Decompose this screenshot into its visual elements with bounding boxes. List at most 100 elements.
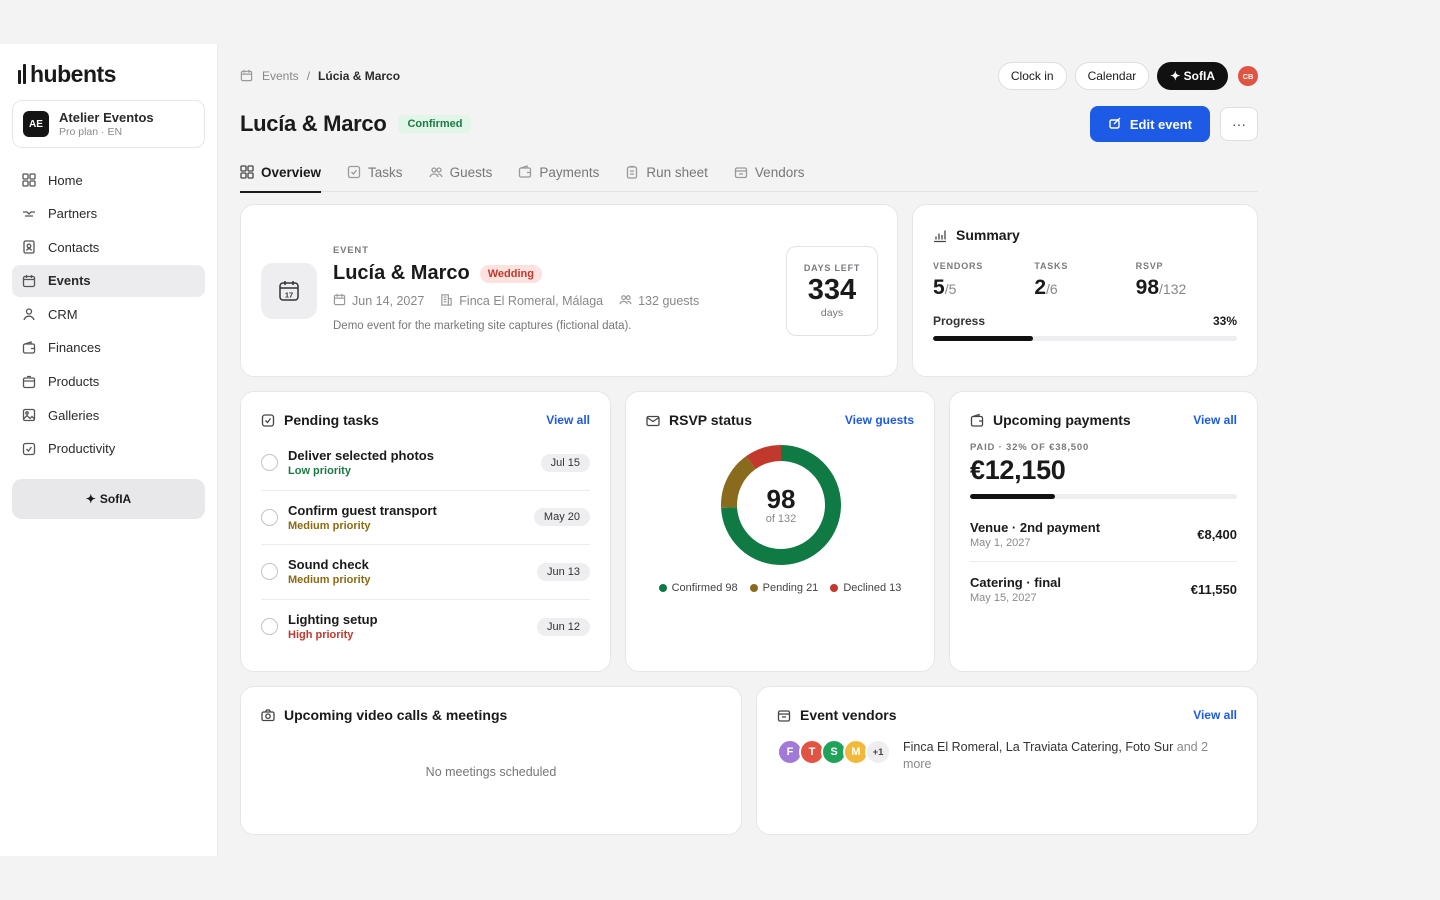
wallet-icon	[970, 413, 984, 427]
payments-view-all-link[interactable]: View all	[1193, 413, 1237, 427]
vendor-more-badge[interactable]: +1	[865, 739, 891, 765]
payment-row[interactable]: Catering · final May 15, 2027 €11,550	[970, 562, 1237, 616]
paid-amount: €12,150	[970, 455, 1066, 485]
sidebar-item-partners[interactable]: Partners	[12, 198, 205, 230]
logo-text: hubents	[30, 60, 116, 87]
tab-bar: Overview Tasks Guests Payments Run sheet…	[240, 152, 1258, 193]
task-row[interactable]: Deliver selected photos Low priority Jul …	[261, 436, 590, 491]
tab-tasks[interactable]: Tasks	[347, 152, 403, 192]
calendar-icon: 17	[279, 281, 299, 301]
legend-dot	[658, 584, 667, 592]
grid-icon	[240, 165, 254, 179]
stat-value: 98	[1135, 276, 1160, 299]
progress-bar	[933, 336, 1237, 341]
sidebar-item-galleries[interactable]: Galleries	[12, 399, 205, 431]
rsvp-center-value: 98	[766, 484, 796, 514]
bar-chart-icon	[933, 228, 947, 243]
title-row: Lucía & Marco Confirmed Edit event ···	[240, 106, 1258, 142]
task-row[interactable]: Sound check Medium priority Jun 13	[261, 545, 590, 600]
payments-card: Upcoming payments View all PAID · 32% OF…	[949, 391, 1258, 672]
logo[interactable]: hubents	[12, 60, 205, 87]
vendors-view-all-link[interactable]: View all	[1193, 708, 1237, 722]
task-checkbox[interactable]	[261, 618, 278, 636]
summary-card: Summary VENDORS 5/5 TASKS 2/6 RSVP 98/13…	[912, 204, 1258, 377]
progress-label: Progress	[933, 314, 986, 328]
sidebar-item-events[interactable]: Events	[12, 264, 205, 297]
event-eyebrow: EVENT	[333, 245, 369, 256]
task-checkbox[interactable]	[261, 508, 278, 526]
sidebar-item-label: Galleries	[48, 407, 100, 423]
clipboard-icon	[625, 165, 639, 179]
image-icon	[22, 408, 36, 422]
view-guests-link[interactable]: View guests	[845, 413, 914, 427]
sofia-top-button[interactable]: ✦ SofIA	[1157, 62, 1228, 90]
task-row[interactable]: Confirm guest transport Medium priority M…	[261, 491, 590, 545]
page-title: Lucía & Marco	[240, 111, 387, 136]
tab-run-sheet[interactable]: Run sheet	[625, 152, 708, 192]
store-icon	[734, 165, 748, 179]
event-card: 17 EVENT Lucía & Marco Wedding Jun 14, 2…	[240, 204, 898, 377]
event-guests: 132 guests	[638, 294, 700, 308]
sidebar-item-label: Finances	[48, 340, 101, 356]
legend-confirmed: Confirmed 98	[658, 582, 738, 594]
sidebar-item-contacts[interactable]: Contacts	[12, 231, 205, 263]
payment-row[interactable]: Venue · 2nd payment May 1, 2027 €8,400	[970, 508, 1237, 562]
breadcrumb: Events / Lúcia & Marco	[240, 69, 400, 83]
event-venue: Finca El Romeral, Málaga	[459, 294, 604, 308]
paid-progress-bar	[970, 494, 1237, 499]
sidebar-item-crm[interactable]: CRM	[12, 298, 205, 330]
payment-amount: €11,550	[1190, 581, 1237, 597]
tab-guests[interactable]: Guests	[428, 152, 492, 192]
legend-label: Pending 21	[762, 582, 819, 594]
sidebar-item-label: CRM	[48, 306, 78, 322]
task-checkbox[interactable]	[261, 454, 278, 472]
summary-stat-vendors: VENDORS 5/5	[933, 261, 1034, 300]
wallet-icon	[518, 165, 532, 179]
sidebar-item-label: Contacts	[48, 239, 100, 255]
tasks-view-all-link[interactable]: View all	[546, 413, 590, 427]
sofia-button[interactable]: ✦ SofIA	[12, 478, 205, 519]
user-avatar[interactable]: CB	[1238, 66, 1258, 86]
paid-label: PAID · 32% OF €38,500	[970, 442, 1090, 453]
task-row[interactable]: Lighting setup High priority Jun 12	[261, 600, 590, 655]
payment-name: Catering · final	[970, 574, 1062, 590]
payment-amount: €8,400	[1197, 527, 1237, 542]
task-checkbox[interactable]	[261, 563, 278, 581]
event-meta: Jun 14, 2027 Finca El Romeral, Málaga 13…	[333, 293, 763, 309]
tab-overview[interactable]: Overview	[240, 152, 322, 193]
summary-title: Summary	[956, 227, 1020, 243]
legend-dot	[830, 584, 839, 592]
users-icon	[428, 165, 443, 179]
progress-percent: 33%	[1212, 314, 1237, 328]
sidebar-item-productivity[interactable]: Productivity	[12, 433, 205, 465]
edit-event-button[interactable]: Edit event	[1089, 106, 1210, 142]
task-due-date: Jun 13	[536, 562, 590, 581]
sidebar-item-finances[interactable]: Finances	[12, 332, 205, 364]
users-icon	[619, 293, 632, 309]
tab-payments[interactable]: Payments	[518, 152, 599, 192]
rsvp-card: RSVP status View guests 98 of 132 Confir…	[625, 391, 935, 672]
breadcrumb-events-link[interactable]: Events	[262, 69, 299, 83]
clock-in-button[interactable]: Clock in	[997, 62, 1067, 90]
sidebar-item-products[interactable]: Products	[12, 366, 205, 398]
payment-list: Venue · 2nd payment May 1, 2027 €8,400 Ca…	[970, 508, 1237, 616]
sidebar-item-label: Productivity	[48, 441, 116, 457]
task-priority: High priority	[288, 629, 354, 642]
progress-bar-fill	[933, 336, 1034, 341]
task-name: Lighting setup	[288, 612, 378, 628]
workspace-switcher[interactable]: AE Atelier Eventos Pro plan · EN	[12, 100, 205, 148]
payment-date: May 15, 2027	[970, 591, 1037, 604]
sidebar-item-home[interactable]: Home	[12, 164, 205, 196]
task-priority: Medium priority	[288, 574, 371, 587]
more-options-button[interactable]: ···	[1220, 107, 1258, 141]
stat-total: /5	[944, 281, 957, 297]
legend-label: Declined 13	[843, 582, 902, 594]
tab-vendors[interactable]: Vendors	[734, 152, 804, 192]
task-name: Confirm guest transport	[288, 502, 437, 518]
calendar-button[interactable]: Calendar	[1074, 62, 1150, 90]
task-name: Sound check	[288, 557, 369, 573]
tab-label: Tasks	[368, 164, 403, 180]
paid-progress-fill	[970, 494, 1056, 499]
vendor-avatar-stack: F T S M +1	[777, 739, 891, 765]
mail-icon	[646, 413, 660, 427]
